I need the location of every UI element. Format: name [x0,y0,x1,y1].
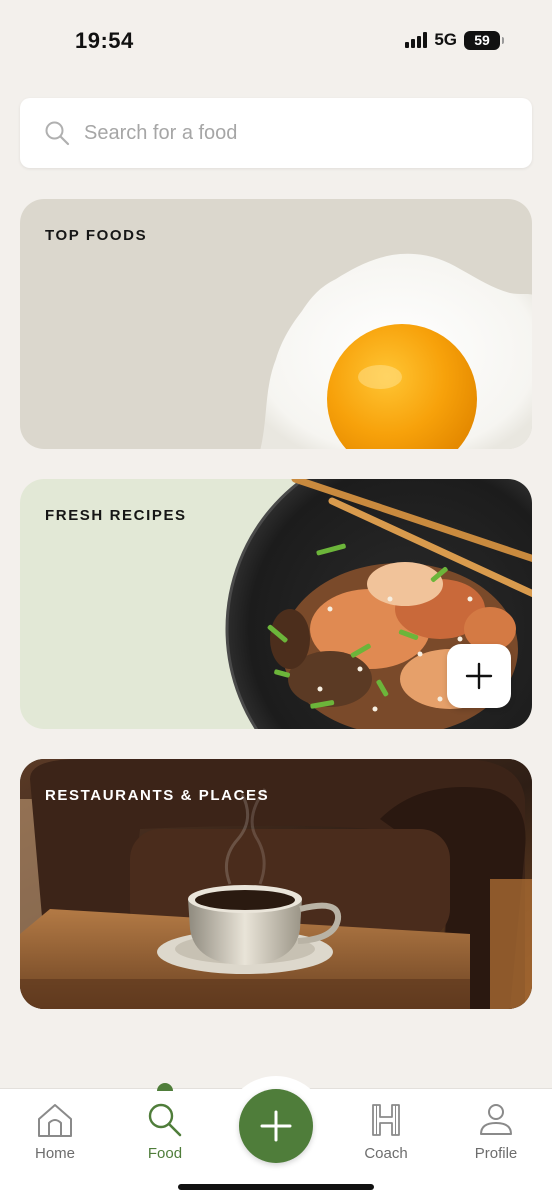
status-time: 19:54 [75,28,134,53]
fresh-recipes-card[interactable]: FRESH RECIPES [20,479,532,729]
battery-icon: 59 [464,30,504,50]
restaurants-places-card[interactable]: RESTAURANTS & PLACES [20,759,532,1009]
search-icon [45,121,70,146]
search-input[interactable] [84,121,504,145]
active-tab-indicator [157,1083,173,1091]
nav-label-food: Food [147,1145,183,1162]
nav-label-coach: Coach [364,1145,408,1162]
status-bar: 19:54 5G 59 [0,0,552,80]
plus-icon [465,662,493,690]
add-entry-button[interactable] [239,1089,313,1163]
add-recipe-button[interactable] [447,644,511,708]
battery-level: 59 [474,32,490,48]
coach-icon [372,1104,400,1136]
nav-label-home: Home [34,1145,75,1162]
card-title-restaurants-places: RESTAURANTS & PLACES [45,787,270,804]
nav-item-coach[interactable]: Coach [341,1101,431,1162]
network-type: 5G [434,30,457,49]
card-title-top-foods: TOP FOODS [45,227,148,244]
cellular-signal-icon [405,32,428,48]
search-icon [148,1103,182,1137]
nav-item-profile[interactable]: Profile [451,1101,541,1162]
home-indicator[interactable] [178,1184,374,1190]
top-foods-card[interactable]: TOP FOODS [20,199,532,449]
profile-icon [480,1104,512,1135]
nav-label-profile: Profile [474,1145,518,1162]
search-bar[interactable] [20,98,532,168]
plus-icon [260,1110,292,1142]
nav-item-food[interactable]: Food [120,1101,210,1162]
card-title-fresh-recipes: FRESH RECIPES [45,507,187,524]
status-indicators: 5G 59 [405,30,504,50]
home-icon [38,1104,72,1137]
nav-item-home[interactable]: Home [10,1101,100,1162]
